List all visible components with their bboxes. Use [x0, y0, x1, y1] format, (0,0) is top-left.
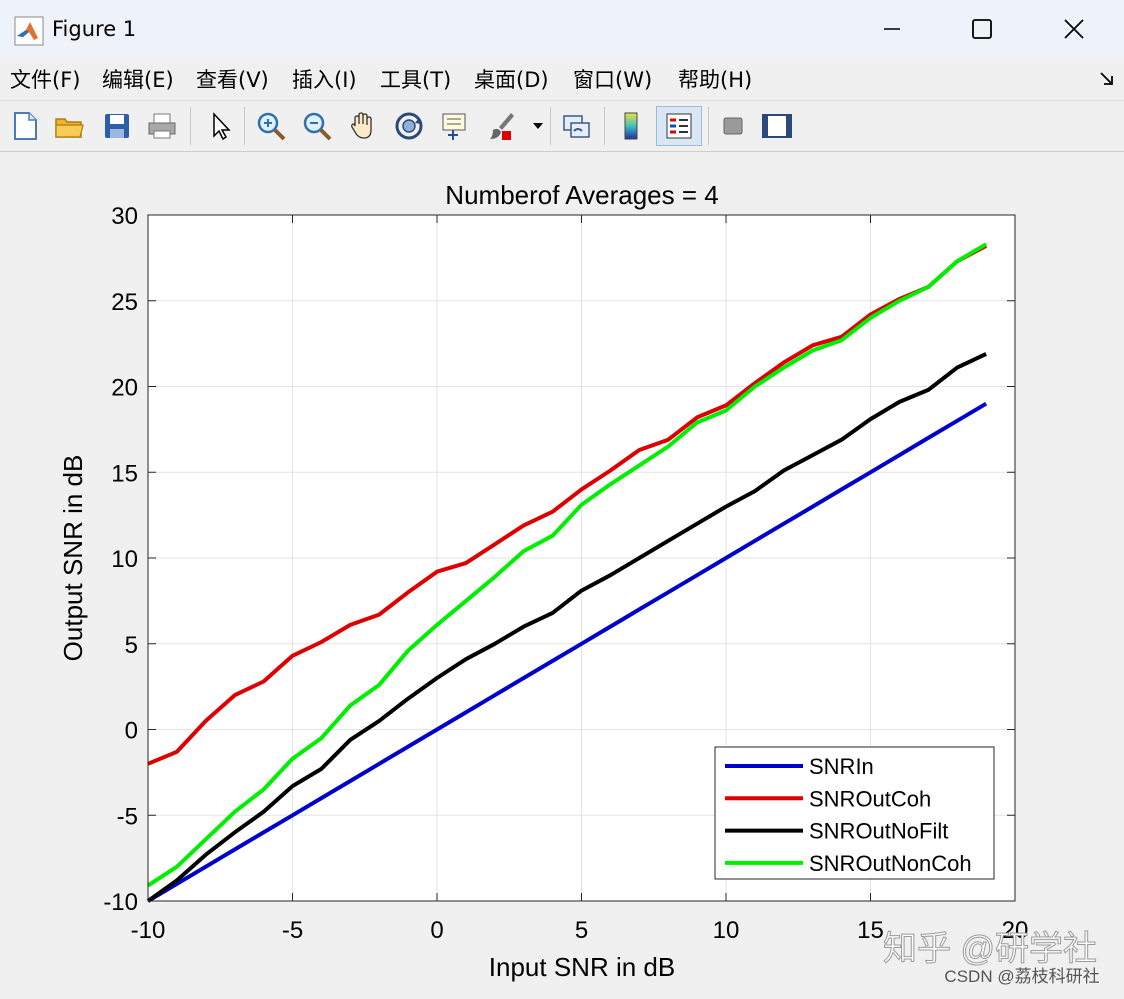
zoom-in-icon	[257, 112, 286, 141]
chart-title: Numberof Averages = 4	[445, 180, 718, 210]
window-title: Figure 1	[52, 17, 137, 41]
open-button[interactable]	[50, 106, 88, 146]
x-tick-label: 10	[713, 917, 740, 944]
rotate-3d-button[interactable]	[390, 106, 428, 146]
y-tick-label: 15	[111, 460, 138, 487]
y-tick-label: -10	[103, 889, 138, 916]
colorbar-button[interactable]	[612, 106, 650, 146]
watermark-sub: CSDN @荔枝科研社	[944, 967, 1099, 986]
data-cursor-button[interactable]	[436, 106, 474, 146]
close-button[interactable]	[1046, 10, 1102, 48]
watermark-main: 知乎 @研学社	[883, 930, 1097, 968]
menu-view[interactable]: 查看(V)	[196, 64, 269, 94]
menu-window[interactable]: 窗口(W)	[573, 64, 652, 94]
x-tick-label: 5	[575, 917, 588, 944]
colorbar-icon	[624, 112, 638, 140]
legend-label-snroutcoh: SNROutCoh	[809, 786, 931, 811]
menu-bar: 文件(F) 编辑(E) 查看(V) 插入(I) 工具(T) 桌面(D) 窗口(W…	[0, 58, 1124, 101]
x-tick-label: 15	[857, 917, 884, 944]
save-button[interactable]	[98, 106, 136, 146]
legend[interactable]: SNRIn SNROutCoh SNROutNoFilt SNROutNonCoh	[714, 746, 995, 880]
y-tick-label: 25	[111, 289, 138, 316]
zoom-in-button[interactable]	[252, 106, 290, 146]
pan-hand-icon	[351, 112, 372, 139]
menu-tools[interactable]: 工具(T)	[380, 64, 451, 94]
legend-button[interactable]	[656, 106, 702, 146]
toolbar-separator	[190, 107, 191, 145]
toolbar-separator	[550, 107, 551, 145]
toolbar-separator	[708, 107, 709, 145]
rotate-3d-icon	[395, 112, 423, 140]
watermark: 知乎 @研学社 CSDN @荔枝科研社	[883, 930, 1100, 987]
y-axis-label: Output SNR in dB	[58, 455, 88, 662]
figure-canvas: -10 -5 0 5 10 15 20 -10 -5 0 5 10 15 20 25 30 Numberof …	[0, 152, 1124, 995]
x-tick-label: -5	[282, 917, 303, 944]
minimize-button[interactable]	[864, 10, 920, 48]
close-icon	[1064, 19, 1084, 39]
open-icon	[55, 118, 84, 138]
brush-dropdown-icon[interactable]	[532, 121, 544, 131]
y-tick-label: -5	[117, 803, 138, 830]
menu-desktop[interactable]: 桌面(D)	[474, 64, 549, 94]
maximize-icon	[972, 19, 992, 39]
toolbar-separator	[244, 107, 245, 145]
maximize-button[interactable]	[954, 10, 1010, 48]
toolbar-separator	[604, 107, 605, 145]
pointer-icon	[213, 112, 231, 141]
y-tick-label: 20	[111, 375, 138, 402]
legend-icon	[666, 113, 692, 139]
print-icon	[148, 113, 176, 139]
line-chart[interactable]: -10 -5 0 5 10 15 20-10-5051015202530 Numberof …	[0, 152, 1124, 995]
x-axis-label: Input SNR in dB	[489, 952, 675, 982]
y-tick-label: 0	[125, 718, 138, 745]
x-tick-label: 0	[430, 917, 443, 944]
show-plot-tools-icon	[762, 114, 792, 138]
legend-label-snrin: SNRIn	[809, 754, 874, 779]
matlab-logo-icon	[14, 16, 44, 46]
brush-button[interactable]	[482, 106, 520, 146]
zoom-out-icon	[303, 112, 332, 141]
legend-label-snroutnoncoh: SNROutNonCoh	[809, 851, 972, 876]
title-bar: Figure 1	[0, 0, 1124, 58]
menu-help[interactable]: 帮助(H)	[678, 64, 752, 94]
pointer-button[interactable]	[200, 106, 238, 146]
y-tick-label: 30	[111, 203, 138, 230]
zoom-out-button[interactable]	[298, 106, 336, 146]
y-tick-label: 10	[111, 546, 138, 573]
hide-plot-tools-button[interactable]	[714, 106, 752, 146]
minimize-icon	[884, 28, 900, 30]
toolbar	[0, 101, 1124, 152]
new-figure-button[interactable]	[6, 106, 44, 146]
hide-plot-tools-icon	[723, 117, 743, 135]
show-plot-tools-button[interactable]	[758, 106, 796, 146]
data-cursor-icon	[442, 113, 466, 140]
brush-icon	[490, 113, 514, 140]
save-icon	[105, 114, 129, 138]
pan-button[interactable]	[344, 106, 382, 146]
legend-label-snroutnofilt: SNROutNoFilt	[809, 819, 948, 844]
link-plot-button[interactable]	[558, 106, 596, 146]
y-tick-label: 5	[125, 632, 138, 659]
link-plot-icon	[563, 115, 590, 138]
menu-edit[interactable]: 编辑(E)	[102, 64, 174, 94]
print-button[interactable]	[143, 106, 181, 146]
menu-file[interactable]: 文件(F)	[10, 64, 80, 94]
dock-arrow-icon[interactable]	[1098, 70, 1116, 88]
x-tick-label: -10	[131, 917, 166, 944]
new-figure-icon	[14, 112, 37, 140]
menu-insert[interactable]: 插入(I)	[292, 64, 357, 94]
